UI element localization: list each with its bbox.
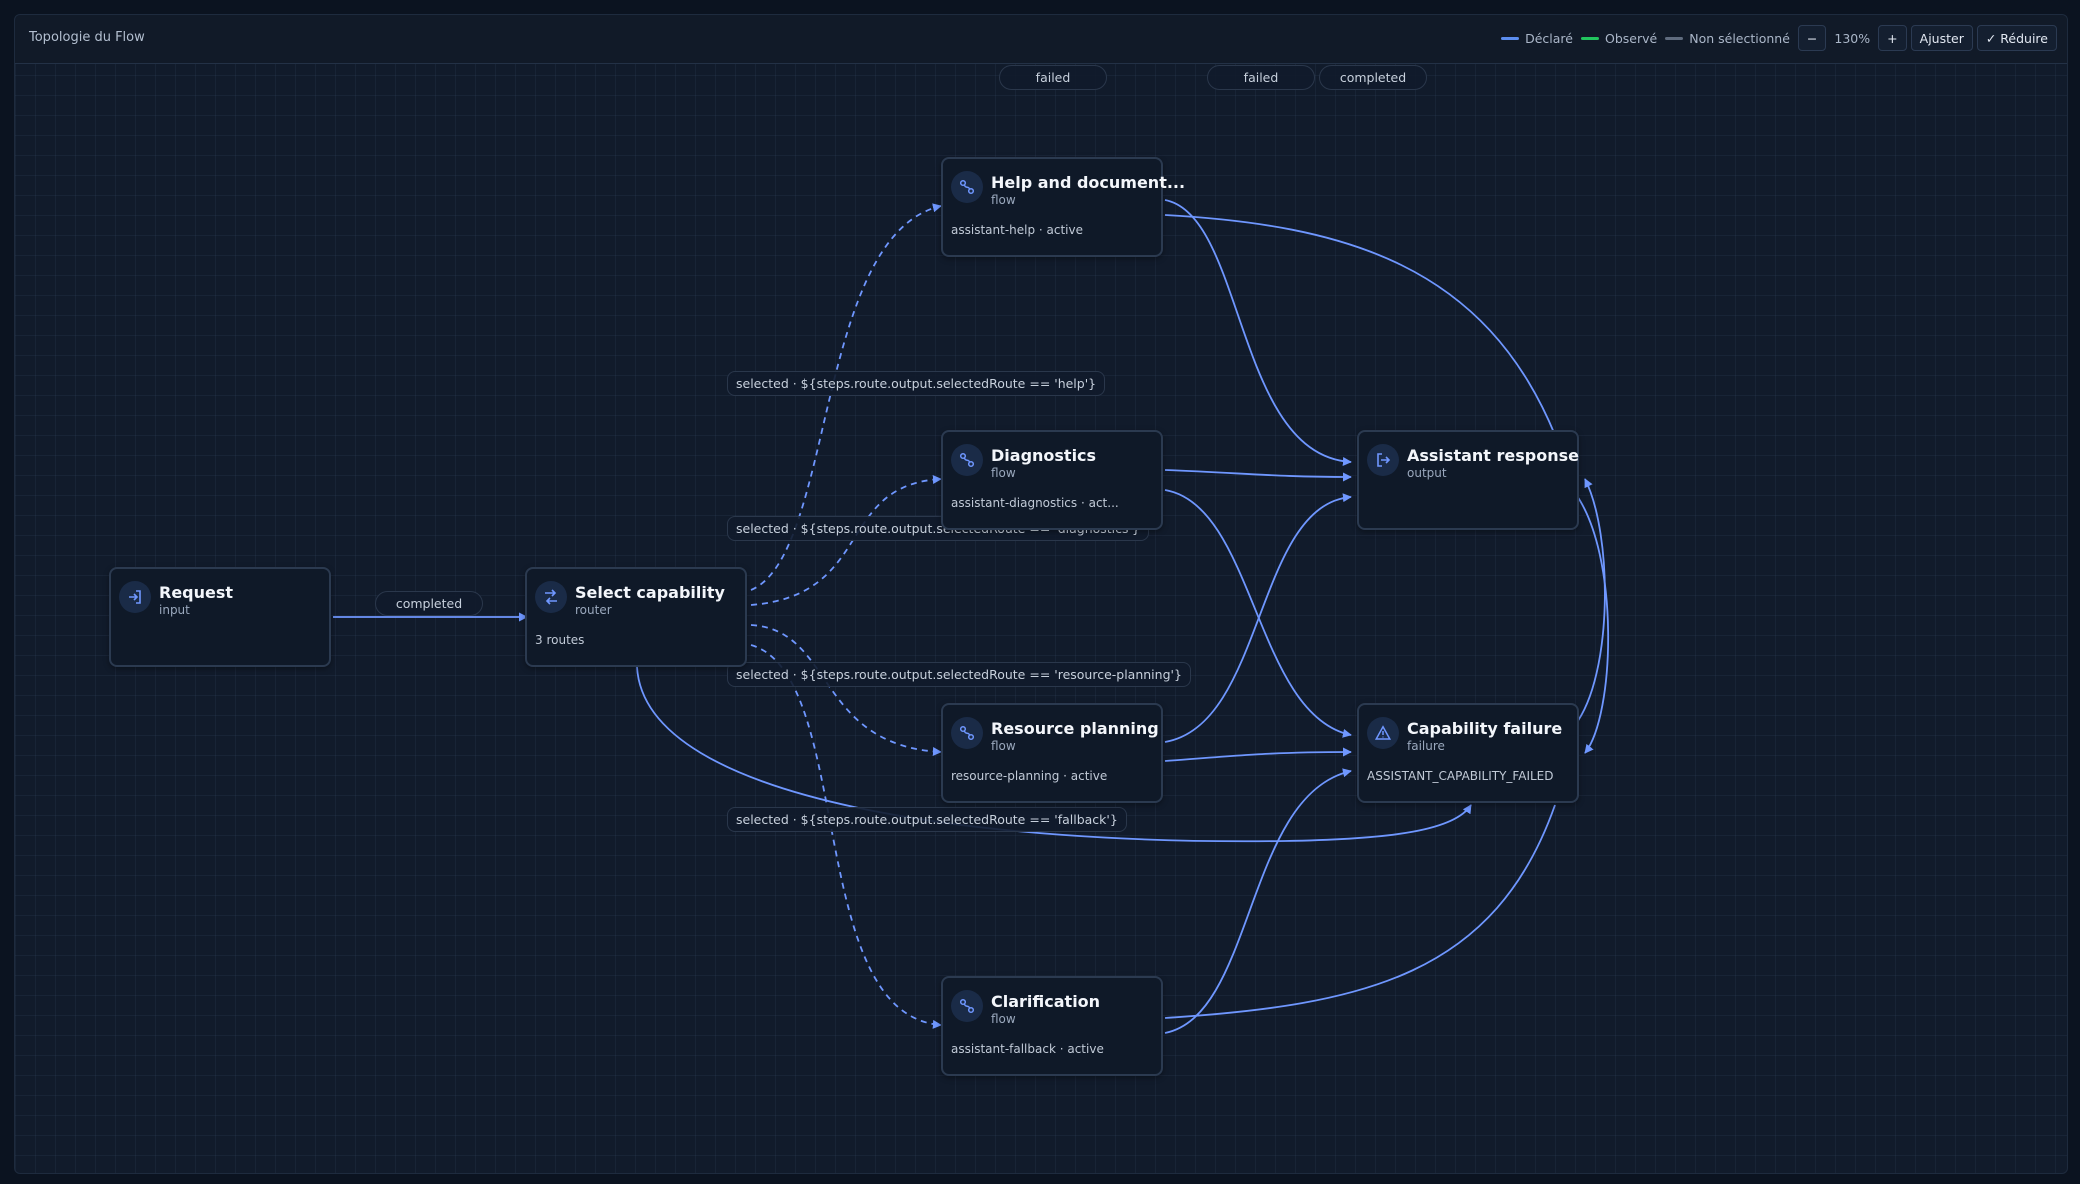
node-kind: router — [575, 603, 612, 617]
flow-topology-panel: Topologie du Flow Déclaré Observé Non sé… — [14, 14, 2068, 1174]
zoom-level: 130% — [1834, 30, 1871, 46]
edge-label-failed[interactable]: failed — [999, 65, 1107, 90]
legend-unselected: Non sélectionné — [1665, 31, 1790, 46]
legend-declared-swatch — [1501, 36, 1520, 40]
node-resource-planning[interactable]: Resource planning flow resource-planning… — [941, 703, 1163, 803]
node-detail: assistant-help · active — [951, 223, 1083, 237]
edge-failure-response[interactable] — [1574, 478, 1606, 726]
router-icon — [535, 581, 567, 613]
edge-clarification-failure-a[interactable] — [1164, 768, 1352, 1034]
edge-label-route-fallback[interactable]: selected · ${steps.route.output.selected… — [727, 807, 1127, 832]
node-title: Assistant response — [1407, 446, 1579, 465]
legend-declared: Déclaré — [1501, 31, 1573, 46]
node-title: Clarification — [991, 992, 1101, 1011]
node-kind: output — [1407, 466, 1447, 480]
edge-diagnostics-response[interactable] — [1164, 469, 1352, 482]
node-kind: flow — [991, 193, 1016, 207]
node-title: Resource planning — [991, 719, 1159, 738]
node-kind: failure — [1407, 739, 1445, 753]
zoom-in-button[interactable]: + — [1878, 25, 1907, 51]
warning-icon — [1367, 717, 1399, 749]
edge-select-clarification[interactable] — [750, 644, 942, 1029]
flow-icon — [951, 990, 983, 1022]
edge-clarification-failure-b[interactable] — [1164, 804, 1556, 1019]
edge-label-failed[interactable]: failed — [1207, 65, 1315, 90]
node-title: Diagnostics — [991, 446, 1097, 465]
edge-resource-response[interactable] — [1164, 493, 1352, 743]
toolbar: Topologie du Flow Déclaré Observé Non sé… — [15, 15, 2067, 64]
node-clarification[interactable]: Clarification flow assistant-fallback · … — [941, 976, 1163, 1076]
edge-label-completed[interactable]: completed — [375, 591, 483, 616]
edge-resource-failure[interactable] — [1164, 747, 1352, 762]
exit-icon — [1367, 444, 1399, 476]
page-title: Topologie du Flow — [29, 30, 145, 45]
node-kind: input — [159, 603, 190, 617]
edge-label-completed[interactable]: completed — [1319, 65, 1427, 90]
edge-select-resource[interactable] — [750, 624, 942, 757]
edge-diagnostics-failure[interactable] — [1164, 489, 1352, 738]
node-select-capability[interactable]: Select capability router 3 routes — [525, 567, 747, 667]
enter-icon — [119, 581, 151, 613]
node-kind: flow — [991, 739, 1016, 753]
flow-icon — [951, 444, 983, 476]
node-title: Help and document... — [991, 173, 1186, 192]
fit-button[interactable]: Ajuster — [1910, 25, 1973, 51]
zoom-out-button[interactable]: − — [1797, 25, 1827, 51]
node-kind: flow — [991, 1012, 1016, 1026]
node-assistant-response[interactable]: Assistant response output — [1357, 430, 1579, 530]
edge-help-response[interactable] — [1164, 199, 1352, 466]
node-detail: ASSISTANT_CAPABILITY_FAILED — [1367, 769, 1554, 783]
node-capability-failure[interactable]: Capability failure failure ASSISTANT_CAP… — [1357, 703, 1579, 803]
reduce-button[interactable]: ✓ Réduire — [1976, 25, 2057, 51]
node-request[interactable]: Request input — [109, 567, 331, 667]
node-detail: assistant-diagnostics · act... — [951, 496, 1119, 510]
legend-and-controls: Déclaré Observé Non sélectionné − 130% +… — [1501, 23, 2057, 53]
legend-observed: Observé — [1581, 31, 1657, 46]
edge-select-diagnostics[interactable] — [750, 474, 942, 606]
node-detail: 3 routes — [535, 633, 585, 647]
node-detail: resource-planning · active — [951, 769, 1108, 783]
node-help[interactable]: Help and document... flow assistant-help… — [941, 157, 1185, 257]
flow-icon — [951, 717, 983, 749]
node-title: Capability failure — [1407, 719, 1563, 738]
edge-label-route-help[interactable]: selected · ${steps.route.output.selected… — [727, 371, 1106, 396]
legend-unselected-swatch — [1665, 36, 1684, 40]
node-detail: assistant-fallback · active — [951, 1042, 1104, 1056]
node-kind: flow — [991, 466, 1016, 480]
legend-observed-swatch — [1581, 36, 1599, 40]
flow-icon — [951, 171, 983, 203]
edge-label-route-resource[interactable]: selected · ${steps.route.output.selected… — [727, 662, 1191, 687]
node-title: Select capability — [575, 583, 725, 602]
edge-help-failure[interactable] — [1164, 214, 1556, 436]
node-title: Request — [159, 583, 234, 602]
node-diagnostics[interactable]: Diagnostics flow assistant-diagnostics ·… — [941, 430, 1163, 530]
